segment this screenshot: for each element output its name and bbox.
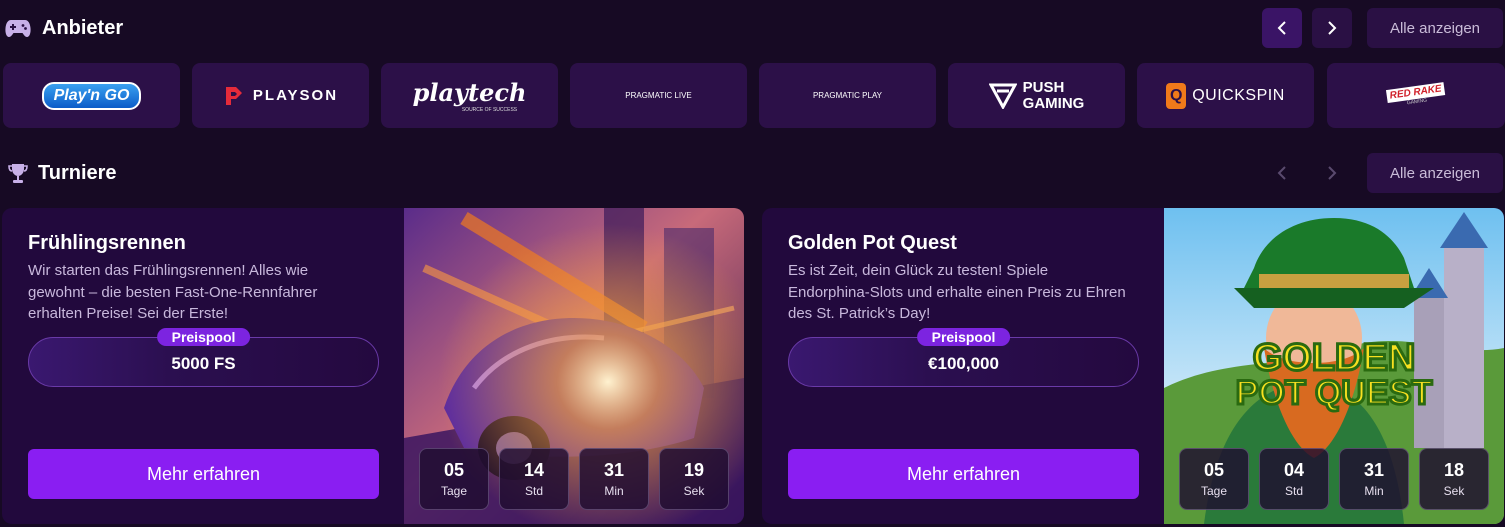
- tournament-title: Frühlingsrennen: [28, 232, 186, 254]
- providers-show-all-button[interactable]: Alle anzeigen: [1367, 8, 1503, 48]
- providers-prev-button[interactable]: [1262, 8, 1302, 48]
- prize-pool-value: €100,000: [928, 354, 999, 373]
- red-rake-logo: RED RAKE GAMING: [1385, 82, 1446, 109]
- prize-pool-label: Preispool: [916, 328, 1011, 346]
- providers-next-button[interactable]: [1312, 8, 1352, 48]
- provider-playson[interactable]: PLAYSON: [192, 63, 369, 128]
- countdown-seconds: 19 Sek: [659, 448, 729, 510]
- chevron-right-icon: [1328, 21, 1337, 35]
- trophy-icon: [4, 160, 32, 186]
- chevron-right-icon: [1328, 166, 1337, 180]
- countdown-seconds: 18 Sek: [1419, 448, 1489, 510]
- tournaments-next-button[interactable]: [1312, 153, 1352, 193]
- playngo-logo: Play'n GO: [41, 81, 142, 110]
- tournament-card: Frühlingsrennen Wir starten das Frühling…: [2, 208, 744, 524]
- svg-text:POT QUEST: POT QUEST: [1236, 374, 1433, 412]
- providers-header: Anbieter Alle anzeigen: [0, 8, 1505, 48]
- quickspin-icon: Q: [1166, 82, 1187, 109]
- prize-pool-value: 5000 FS: [171, 354, 236, 373]
- tournament-description: Es ist Zeit, dein Glück zu testen! Spiel…: [788, 262, 1126, 322]
- countdown-hours: 04 Std: [1259, 448, 1329, 510]
- learn-more-button[interactable]: Mehr erfahren: [28, 449, 379, 499]
- playtech-logo: playtech SOURCE OF SUCCESS: [412, 78, 527, 113]
- countdown-minutes: 31 Min: [1339, 448, 1409, 510]
- provider-pragmatic-live[interactable]: PRAGMATIC LIVE: [570, 63, 747, 128]
- playson-logo-text: PLAYSON: [252, 87, 339, 104]
- chevron-left-icon: [1277, 21, 1286, 35]
- tournament-card: Golden Pot Quest Es ist Zeit, dein Glück…: [762, 208, 1504, 524]
- tournaments-header: Turniere Alle anzeigen: [0, 153, 1505, 193]
- playson-icon: [225, 86, 242, 105]
- provider-red-rake[interactable]: RED RAKE GAMING: [1327, 63, 1505, 128]
- countdown-days: 05 Tage: [1179, 448, 1249, 510]
- svg-text:GOLDEN: GOLDEN: [1253, 337, 1416, 379]
- prize-pool-label: Preispool: [156, 328, 251, 346]
- provider-playtech[interactable]: playtech SOURCE OF SUCCESS: [381, 63, 558, 128]
- pragmatic-live-logo: PRAGMATIC LIVE: [625, 91, 692, 100]
- countdown-days: 05 Tage: [419, 448, 489, 510]
- tournament-description: Wir starten das Frühlingsrennen! Alles w…: [28, 262, 318, 322]
- pragmatic-play-logo: PRAGMATIC PLAY: [812, 91, 883, 100]
- tournament-title: Golden Pot Quest: [788, 232, 957, 254]
- provider-push-gaming[interactable]: PUSH GAMING: [948, 63, 1125, 128]
- quickspin-logo-text: QUICKSPIN: [1192, 86, 1285, 104]
- prize-pool: Preispool 5000 FS: [28, 328, 379, 387]
- provider-quickspin[interactable]: Q QUICKSPIN: [1137, 63, 1314, 128]
- provider-playngo[interactable]: Play'n GO: [3, 63, 180, 128]
- learn-more-button[interactable]: Mehr erfahren: [788, 449, 1139, 499]
- prize-pool: Preispool €100,000: [788, 328, 1139, 387]
- tournaments-prev-button[interactable]: [1262, 153, 1302, 193]
- provider-pragmatic-play[interactable]: PRAGMATIC PLAY: [759, 63, 936, 128]
- push-gaming-icon: [988, 83, 1017, 109]
- tournaments-title: Turniere: [38, 161, 117, 184]
- countdown-hours: 14 Std: [499, 448, 569, 510]
- gamepad-icon: [4, 15, 32, 41]
- chevron-left-icon: [1277, 166, 1286, 180]
- tournaments-show-all-button[interactable]: Alle anzeigen: [1367, 153, 1503, 193]
- providers-title: Anbieter: [42, 16, 124, 39]
- countdown-minutes: 31 Min: [579, 448, 649, 510]
